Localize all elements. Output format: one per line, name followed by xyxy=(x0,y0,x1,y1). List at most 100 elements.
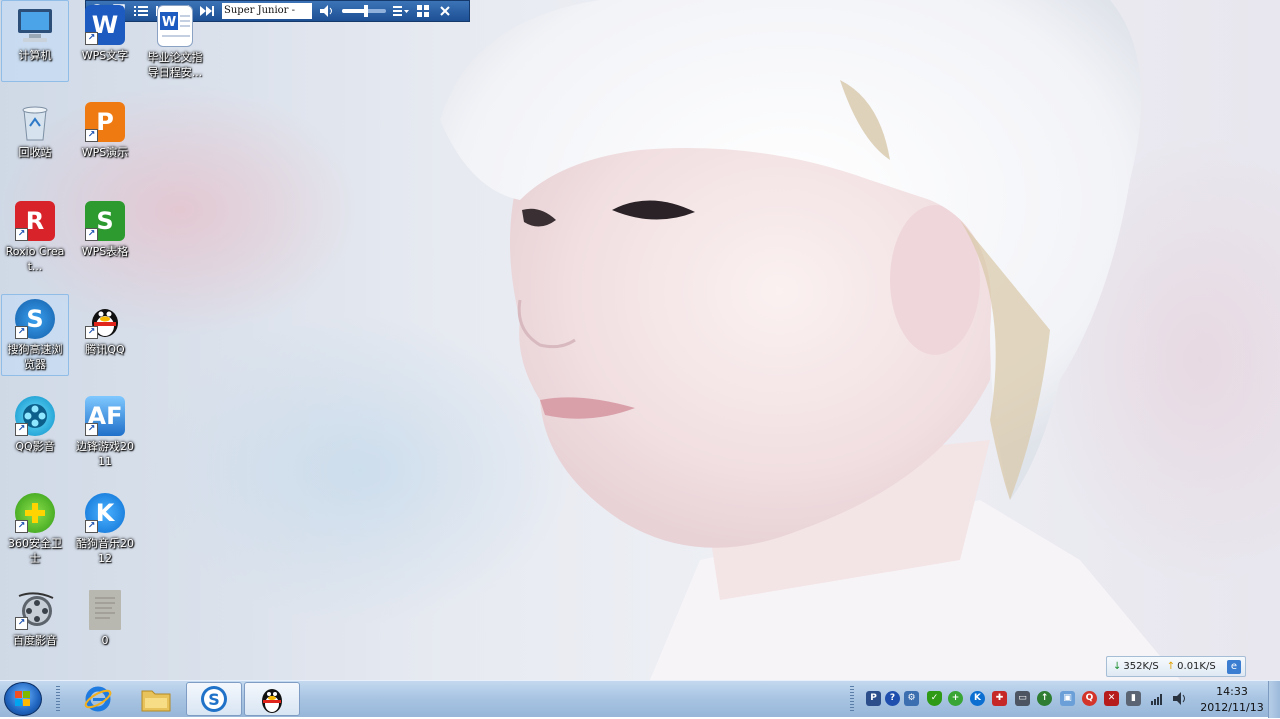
sogou-browser-icon: S xyxy=(201,686,227,712)
computer-icon xyxy=(15,5,55,45)
desktop-icon-label: 回收站 xyxy=(18,146,52,159)
input-method-icon[interactable]: P xyxy=(866,691,881,706)
help-icon[interactable]: ? xyxy=(885,691,900,706)
network-widget-icon[interactable]: e xyxy=(1227,659,1241,674)
qq-player-icon: ↗ xyxy=(15,396,55,436)
qq-penguin-icon: ↗ xyxy=(85,299,125,339)
desktop-icon-word-document[interactable]: W 毕业论文指导日程安... xyxy=(141,0,209,82)
desktop-icon-label: QQ影音 xyxy=(15,440,55,453)
desktop-icon-label: 搜狗高速浏览器 xyxy=(7,343,63,371)
shortcut-arrow-icon: ↗ xyxy=(15,326,28,339)
volume-icon[interactable] xyxy=(316,1,338,21)
shortcut-arrow-icon: ↗ xyxy=(15,228,28,241)
recycle-bin-icon xyxy=(15,102,55,142)
kugou-music-icon: K ↗ xyxy=(85,493,125,533)
desktop-icon-label: 边锋游戏2011 xyxy=(76,440,134,468)
taskbar: S P ? ⚙ ✓ + K ✚ ▭ ↑ ▣ Q ✕ ▮ 14:33 2012/1… xyxy=(0,680,1280,718)
desktop-icon-label: WPS演示 xyxy=(81,146,129,159)
desktop-icon-360-safeguard[interactable]: ↗ 360安全卫士 xyxy=(1,488,69,570)
word-document-icon: W xyxy=(157,5,193,47)
shortcut-arrow-icon: ↗ xyxy=(15,617,28,630)
desktop-icon-wps-presentation[interactable]: P ↗ WPS演示 xyxy=(71,97,139,179)
desktop-icon-label: 毕业论文指导日程安... xyxy=(147,51,203,79)
shortcut-arrow-icon: ↗ xyxy=(85,326,98,339)
desktop-icon-qq-player[interactable]: ↗ QQ影音 xyxy=(1,391,69,473)
360-shield-icon[interactable]: ✓ xyxy=(927,691,942,706)
network-adapter-icon[interactable]: ▣ xyxy=(1060,691,1075,706)
volume-tray-icon[interactable] xyxy=(1172,691,1187,706)
upload-arrow-icon: ↑ xyxy=(1166,661,1176,672)
show-desktop-button[interactable] xyxy=(1268,681,1280,718)
desktop-icon-label: WPS文字 xyxy=(81,49,129,62)
wps-writer-icon: W ↗ xyxy=(85,5,125,45)
desktop-icon-sogou-browser[interactable]: S ↗ 搜狗高速浏览器 xyxy=(1,294,69,376)
folder-icon xyxy=(141,690,171,712)
sogou-browser-icon: S ↗ xyxy=(15,299,55,339)
download-arrow-icon: ↓ xyxy=(1113,661,1122,672)
qq-penguin-icon xyxy=(262,689,282,713)
start-button[interactable] xyxy=(4,682,42,716)
svg-text:S: S xyxy=(208,690,220,709)
tray-gripper[interactable] xyxy=(850,686,854,712)
desktop-icon-computer[interactable]: 计算机 xyxy=(1,0,69,82)
track-title: Super Junior - xyxy=(222,3,312,19)
shortcut-arrow-icon: ↗ xyxy=(85,129,98,142)
volume-slider[interactable] xyxy=(342,5,386,17)
taskbar-sogou-browser-button[interactable]: S xyxy=(186,682,242,716)
windows-logo-icon xyxy=(15,691,30,706)
flag-icon[interactable]: ✕ xyxy=(1104,691,1119,706)
360-safeguard-tray-icon[interactable]: + xyxy=(948,691,963,706)
desktop-icon-label: WPS表格 xyxy=(81,245,129,258)
desktop-icon-bianfeng-games[interactable]: AF ↗ 边锋游戏2011 xyxy=(71,391,139,473)
tray-app-icon[interactable]: ⚙ xyxy=(904,691,919,706)
taskbar-ie-button[interactable] xyxy=(70,682,126,716)
roxio-icon: R ↗ xyxy=(15,201,55,241)
upload-speed: 0.01K/S xyxy=(1177,661,1216,672)
desktop-icon-roxio[interactable]: R ↗ Roxio Creat... xyxy=(1,196,69,278)
taskbar-explorer-button[interactable] xyxy=(128,682,184,716)
network-signal-icon[interactable] xyxy=(1150,691,1165,706)
desktop-icon-label: 0 xyxy=(101,634,109,647)
display-tray-icon[interactable]: ▭ xyxy=(1015,691,1030,706)
security-tray-icon[interactable]: ✚ xyxy=(992,691,1007,706)
mini-mode-icon[interactable] xyxy=(412,1,434,21)
desktop-icon-label: 百度影音 xyxy=(13,634,57,647)
taskbar-qq-button[interactable] xyxy=(244,682,300,716)
ie-icon xyxy=(84,686,112,712)
desktop-icon-document-0[interactable]: 0 xyxy=(71,585,139,667)
desktop-icon-label: 酷狗音乐2012 xyxy=(76,537,134,565)
kugou-tray-icon[interactable]: K xyxy=(970,691,985,706)
shortcut-arrow-icon: ↗ xyxy=(85,228,98,241)
desktop-icon-label: Roxio Creat... xyxy=(5,245,65,273)
clock-time: 14:33 xyxy=(1216,685,1248,698)
desktop-icon-wps-spreadsheet[interactable]: S ↗ WPS表格 xyxy=(71,196,139,278)
desktop-icon-wps-writer[interactable]: W ↗ WPS文字 xyxy=(71,0,139,82)
volume-level xyxy=(342,9,367,13)
desktop-icon-label: 360安全卫士 xyxy=(8,537,62,565)
volume-knob[interactable] xyxy=(364,5,369,17)
shortcut-arrow-icon: ↗ xyxy=(85,520,98,533)
desktop[interactable]: K Super Junior - xyxy=(0,0,1280,680)
svg-text:W: W xyxy=(162,15,176,30)
power-icon[interactable]: ▮ xyxy=(1126,691,1141,706)
clock[interactable]: 14:33 2012/11/13 xyxy=(1196,684,1268,716)
desktop-icon-kugou-music[interactable]: K ↗ 酷狗音乐2012 xyxy=(71,488,139,570)
close-icon[interactable] xyxy=(434,1,456,21)
download-speed: 352K/S xyxy=(1123,661,1159,672)
desktop-icon-recycle-bin[interactable]: 回收站 xyxy=(1,97,69,179)
360-safeguard-icon: ↗ xyxy=(15,493,55,533)
network-speed-widget[interactable]: ↓ 352K/S ↑ 0.01K/S e xyxy=(1106,656,1246,677)
shortcut-arrow-icon: ↗ xyxy=(15,520,28,533)
desktop-icon-label: 腾讯QQ xyxy=(85,343,125,356)
document-thumbnail-icon xyxy=(89,590,121,630)
update-tray-icon[interactable]: ↑ xyxy=(1037,691,1052,706)
wallpaper-image xyxy=(440,0,1180,680)
menu-dropdown-icon[interactable] xyxy=(390,1,412,21)
shortcut-arrow-icon: ↗ xyxy=(15,423,28,436)
desktop-icon-qq[interactable]: ↗ 腾讯QQ xyxy=(71,294,139,376)
qq-tray-icon[interactable]: Q xyxy=(1082,691,1097,706)
shortcut-arrow-icon: ↗ xyxy=(85,423,98,436)
bianfeng-games-icon: AF ↗ xyxy=(85,396,125,436)
desktop-icon-baidu-player[interactable]: ↗ 百度影音 xyxy=(1,585,69,667)
taskbar-gripper[interactable] xyxy=(56,686,60,712)
